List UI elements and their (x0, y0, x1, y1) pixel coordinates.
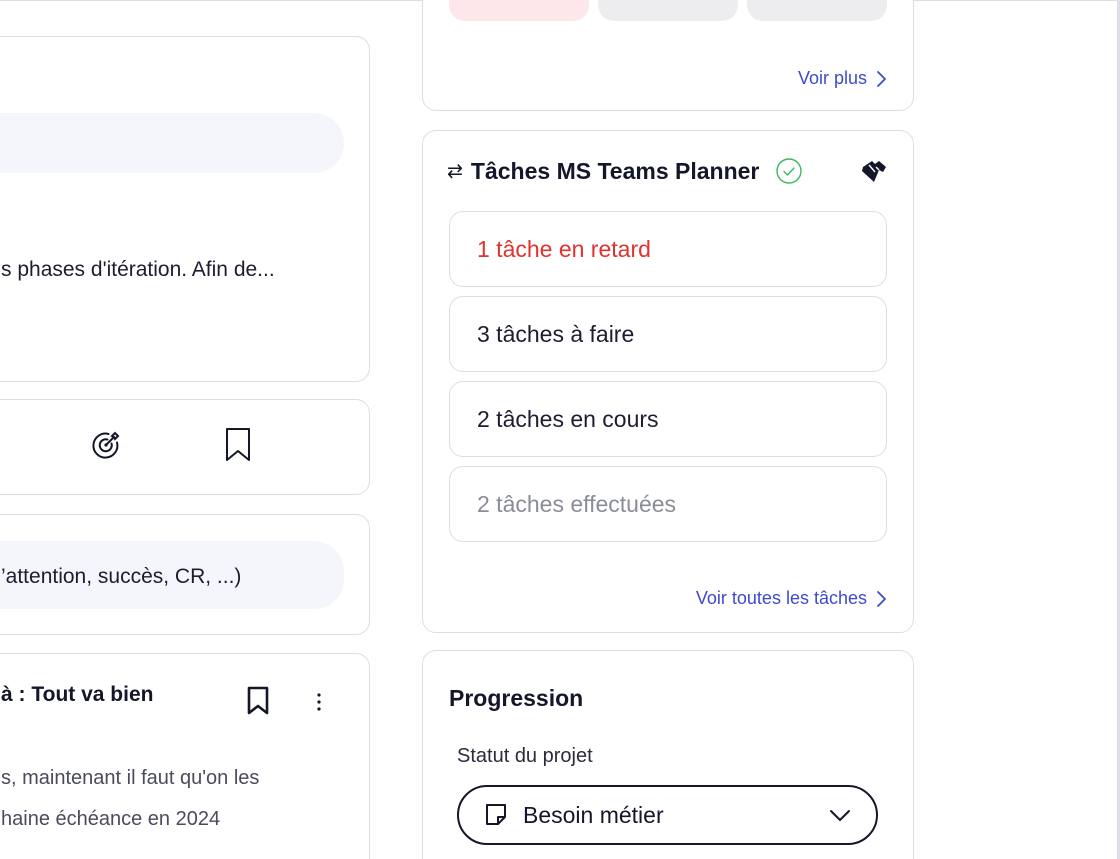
voir-plus-label: Voir plus (797, 68, 867, 88)
check-circle-icon (776, 158, 803, 184)
chevron-right-icon (877, 590, 886, 607)
status-chip[interactable] (747, 0, 887, 21)
news-body-line: haine échéance en 2024 (1, 808, 221, 830)
chevron-down-icon (830, 810, 850, 821)
more-vertical-icon[interactable] (309, 690, 329, 714)
voir-toutes-label: Voir toutes les tâches (695, 588, 867, 608)
target-icon[interactable] (87, 426, 125, 464)
task-row-in-progress[interactable]: 2 tâches en cours (449, 381, 887, 457)
voir-toutes-les-taches-link[interactable]: Voir toutes les tâches (696, 588, 887, 609)
task-row-todo[interactable]: 3 tâches à faire (449, 296, 887, 372)
statut-label: Statut du projet (457, 745, 593, 767)
task-row-late[interactable]: 1 tâche en retard (449, 211, 887, 287)
tags-card: ’attention, succès, CR, ...) (0, 514, 370, 635)
description-text: s phases d'itération. Afin de... (1, 258, 275, 281)
progression-card: Progression Statut du projet Besoin méti… (422, 650, 914, 859)
bookmark-icon[interactable] (245, 684, 271, 718)
planner-logo-icon (857, 155, 891, 189)
voir-plus-link[interactable]: Voir plus (798, 68, 887, 89)
bookmark-icon[interactable] (223, 426, 253, 464)
tasks-card-title: ⇄ Tâches MS Teams Planner (447, 157, 803, 185)
news-card: à : Tout va bien s, maintenant il faut q… (0, 653, 370, 859)
status-chip[interactable] (598, 0, 738, 21)
page: s phases d'itération. Afin de... ’attent… (0, 0, 1120, 859)
actions-card (0, 399, 370, 495)
tasks-card-title-text: Tâches MS Teams Planner (470, 157, 760, 184)
progression-title: Progression (449, 685, 584, 711)
statut-select[interactable]: Besoin métier (457, 785, 878, 845)
status-chip[interactable] (449, 0, 589, 21)
note-icon (486, 804, 506, 825)
tags-placeholder: ’attention, succès, CR, ...) (1, 565, 242, 588)
statut-value: Besoin métier (523, 801, 664, 828)
news-body-line: s, maintenant il faut qu'on les (1, 767, 260, 789)
description-card: s phases d'itération. Afin de... (0, 36, 370, 382)
chevron-right-icon (877, 70, 886, 87)
top-card: Voir plus (422, 0, 914, 111)
description-input[interactable] (0, 113, 344, 173)
news-title: à : Tout va bien (1, 683, 154, 706)
tasks-card: ⇄ Tâches MS Teams Planner 1 tâche en ret… (422, 130, 914, 633)
task-row-done[interactable]: 2 tâches effectuées (449, 466, 887, 542)
sync-icon: ⇄ (447, 160, 463, 182)
